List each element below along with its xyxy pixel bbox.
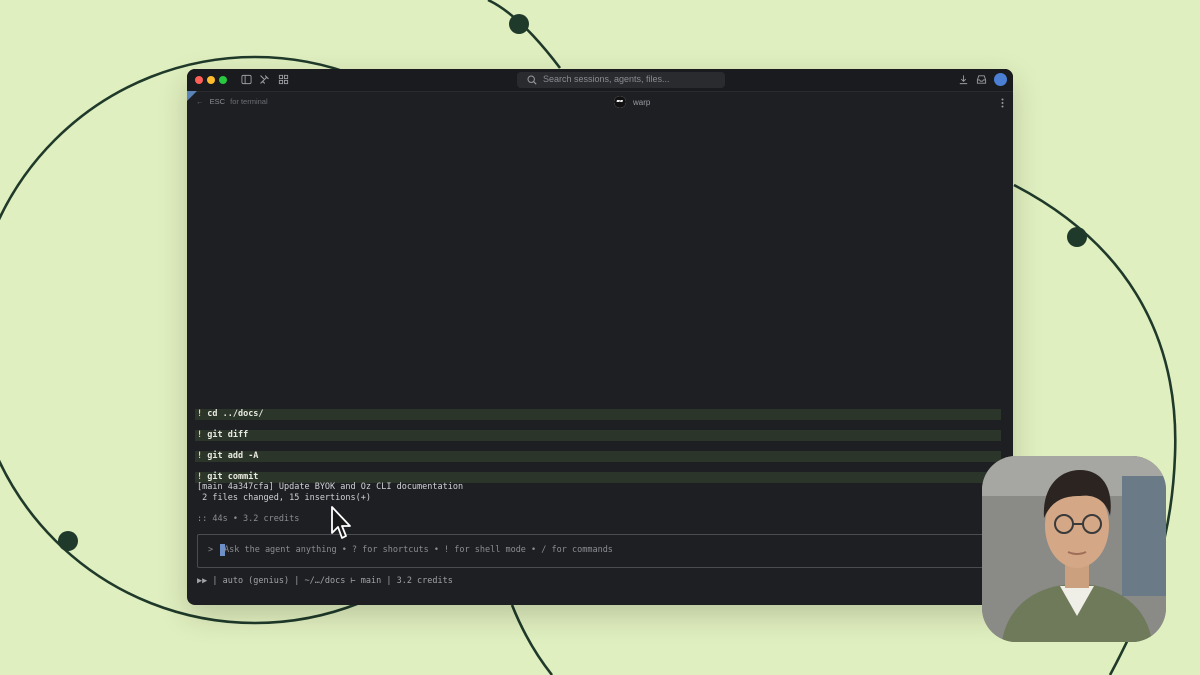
sidebar-toggle-icon[interactable]	[241, 74, 252, 85]
avatar[interactable]	[994, 73, 1007, 86]
bg-curve-top	[487, 0, 562, 69]
prompt-caret: >	[208, 545, 214, 555]
command-text: git commit	[207, 472, 259, 482]
bg-curve-bottom	[510, 604, 554, 675]
status-bar[interactable]: ▶▶ | auto (genius) | ~/…/docs ⊢ main | 3…	[197, 576, 453, 587]
shell-bang: !	[197, 472, 203, 482]
esc-hint[interactable]: ← ESC for terminal	[196, 97, 268, 106]
command-text: git add -A	[207, 451, 259, 461]
warp-window: Search sessions, agents, files... ← ESC …	[187, 69, 1013, 605]
esc-hint-label: for terminal	[230, 97, 268, 106]
back-arrow-icon: ←	[196, 97, 204, 106]
close-window-button[interactable]	[195, 76, 203, 84]
esc-key: ESC	[209, 97, 226, 106]
grid-icon[interactable]	[278, 74, 289, 85]
command-block[interactable]: ! git diff	[195, 430, 1001, 441]
bg-dot-left	[58, 531, 78, 551]
command-block[interactable]: ! git add -A	[195, 451, 1001, 462]
webcam-overlay	[982, 456, 1166, 642]
search-bar[interactable]: Search sessions, agents, files...	[517, 72, 725, 88]
shell-bang: !	[197, 409, 203, 419]
more-icon[interactable]	[1001, 98, 1004, 108]
session-title: warp	[633, 98, 651, 107]
tools-icon[interactable]	[259, 74, 270, 85]
maximize-window-button[interactable]	[219, 76, 227, 84]
warp-logo	[614, 96, 626, 108]
shell-bang: !	[197, 430, 203, 440]
shell-bang: !	[197, 451, 203, 461]
presenter-video	[982, 456, 1166, 642]
command-text: cd ../docs/	[207, 409, 264, 419]
minimize-window-button[interactable]	[207, 76, 215, 84]
command-block[interactable]: ! cd ../docs/	[195, 409, 1001, 420]
inbox-icon[interactable]	[976, 74, 987, 85]
session-bar: ← ESC for terminal warp	[187, 91, 1013, 111]
agent-input[interactable]: > Ask the agent anything • ? for shortcu…	[197, 534, 999, 568]
command-output-line: 2 files changed, 15 insertions(+)	[197, 493, 371, 503]
bg-dot-top	[509, 14, 529, 34]
download-icon[interactable]	[958, 74, 969, 85]
command-output-line: [main 4a347cfa] Update BYOK and Oz CLI d…	[197, 482, 464, 492]
bg-dot-right	[1067, 227, 1087, 247]
search-placeholder: Search sessions, agents, files...	[543, 74, 670, 84]
run-stats: :: 44s • 3.2 credits	[197, 514, 300, 524]
command-text: git diff	[207, 430, 249, 440]
agent-input-placeholder: Ask the agent anything • ? for shortcuts…	[224, 545, 613, 555]
title-bar: Search sessions, agents, files...	[187, 69, 1013, 92]
mouse-pointer-icon	[331, 506, 351, 539]
search-icon	[527, 75, 537, 85]
